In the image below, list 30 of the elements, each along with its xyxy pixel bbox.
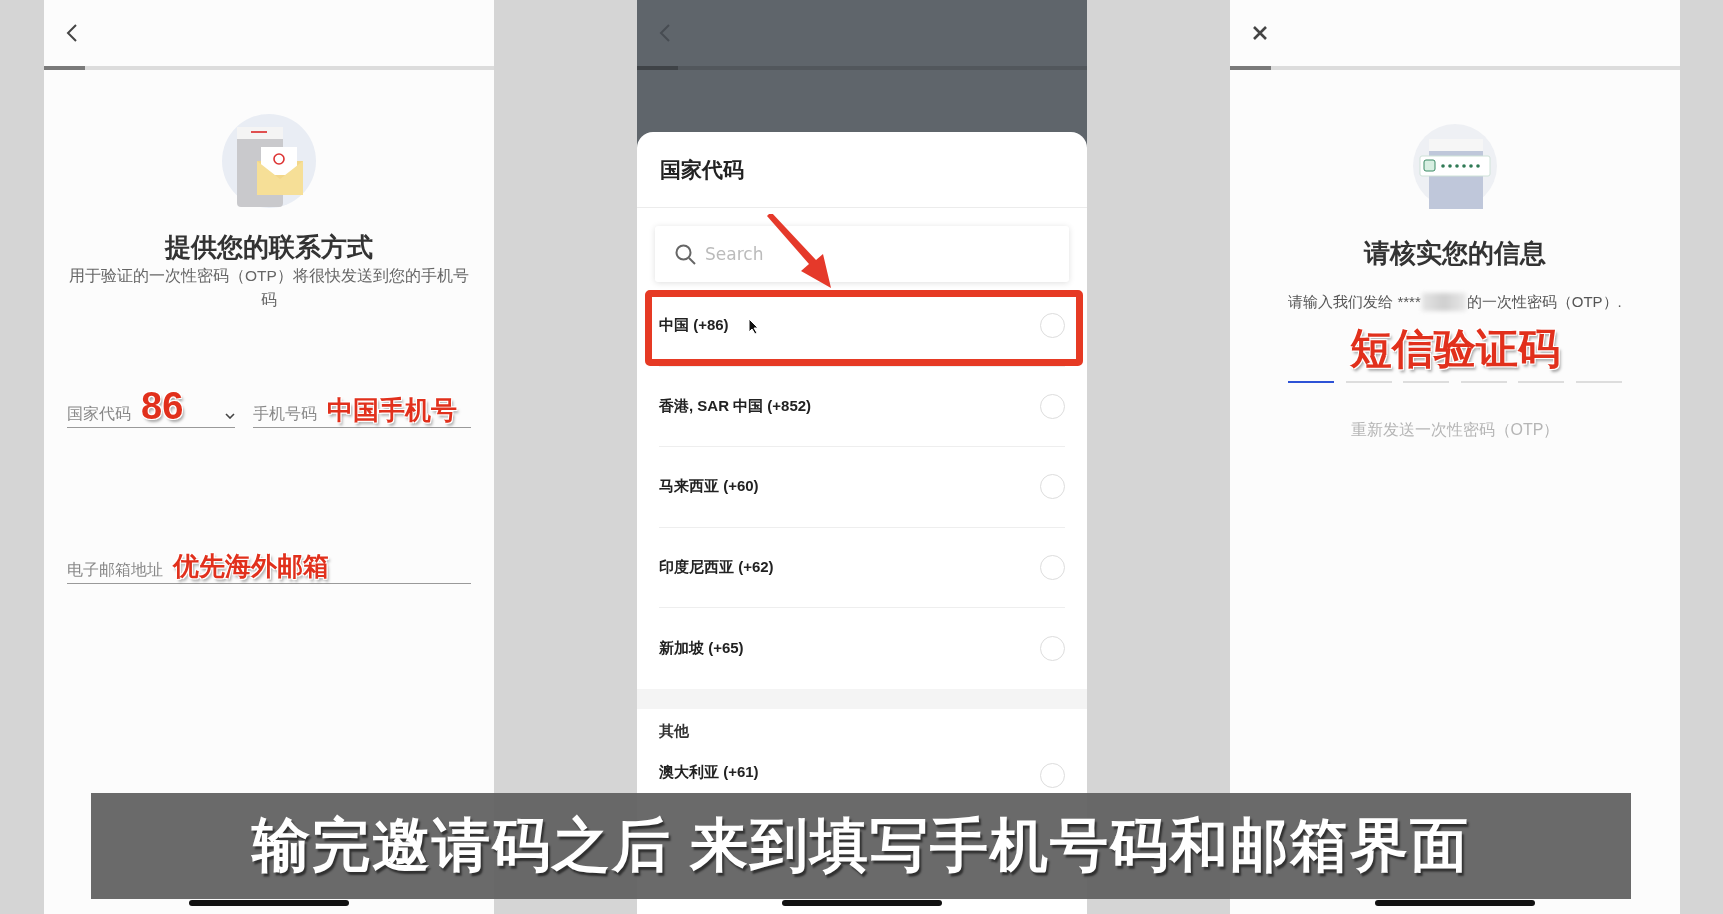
back-icon[interactable] xyxy=(66,23,78,43)
description-text: 用于验证的一次性密码（OTP）将很快发送到您的手机号码 xyxy=(68,266,470,310)
field-label: 手机号码 xyxy=(253,404,317,424)
message-text: 的一次性密码（OTP）. xyxy=(1466,292,1622,312)
mouse-cursor-icon xyxy=(748,318,759,335)
page-title: 请核实您的信息 xyxy=(1362,237,1547,269)
country-option[interactable]: 新加坡 (+65) xyxy=(659,608,1065,689)
close-icon[interactable] xyxy=(1252,25,1268,41)
country-option[interactable]: 印度尼西亚 (+62) xyxy=(659,527,1065,609)
annotation-text: 中国手机号 xyxy=(327,395,457,425)
annotation-text: 短信验证码 xyxy=(1349,325,1561,373)
country-code-field[interactable]: 国家代码 86 xyxy=(67,392,235,428)
country-option[interactable]: 香港, SAR 中国 (+852) xyxy=(659,366,1065,448)
country-option[interactable]: 澳大利亚 (+61) xyxy=(659,754,1065,795)
sheet-title: 国家代码 xyxy=(637,132,1087,208)
phone-number-field[interactable]: 手机号码 中国手机号 xyxy=(253,392,471,428)
email-field[interactable]: 电子邮箱地址 优先海外邮箱 xyxy=(67,548,471,584)
blurred-number xyxy=(1421,293,1466,311)
page-title: 提供您的联系方式 xyxy=(163,231,374,263)
field-label: 国家代码 xyxy=(67,404,131,424)
message-text: 请输入我们发给 **** xyxy=(1288,292,1421,312)
search-field[interactable]: Search xyxy=(655,226,1069,282)
subtitle-caption: 输完邀请码之后 来到填写手机号码和邮箱界面 xyxy=(91,793,1631,899)
search-icon xyxy=(675,244,696,265)
back-icon xyxy=(659,23,671,43)
field-label: 电子邮箱地址 xyxy=(67,560,163,580)
annotation-text: 优先海外邮箱 xyxy=(173,551,329,581)
chevron-down-icon xyxy=(225,413,235,419)
section-header: 其他 xyxy=(659,721,690,742)
country-option[interactable]: 马来西亚 (+60) xyxy=(659,447,1065,528)
